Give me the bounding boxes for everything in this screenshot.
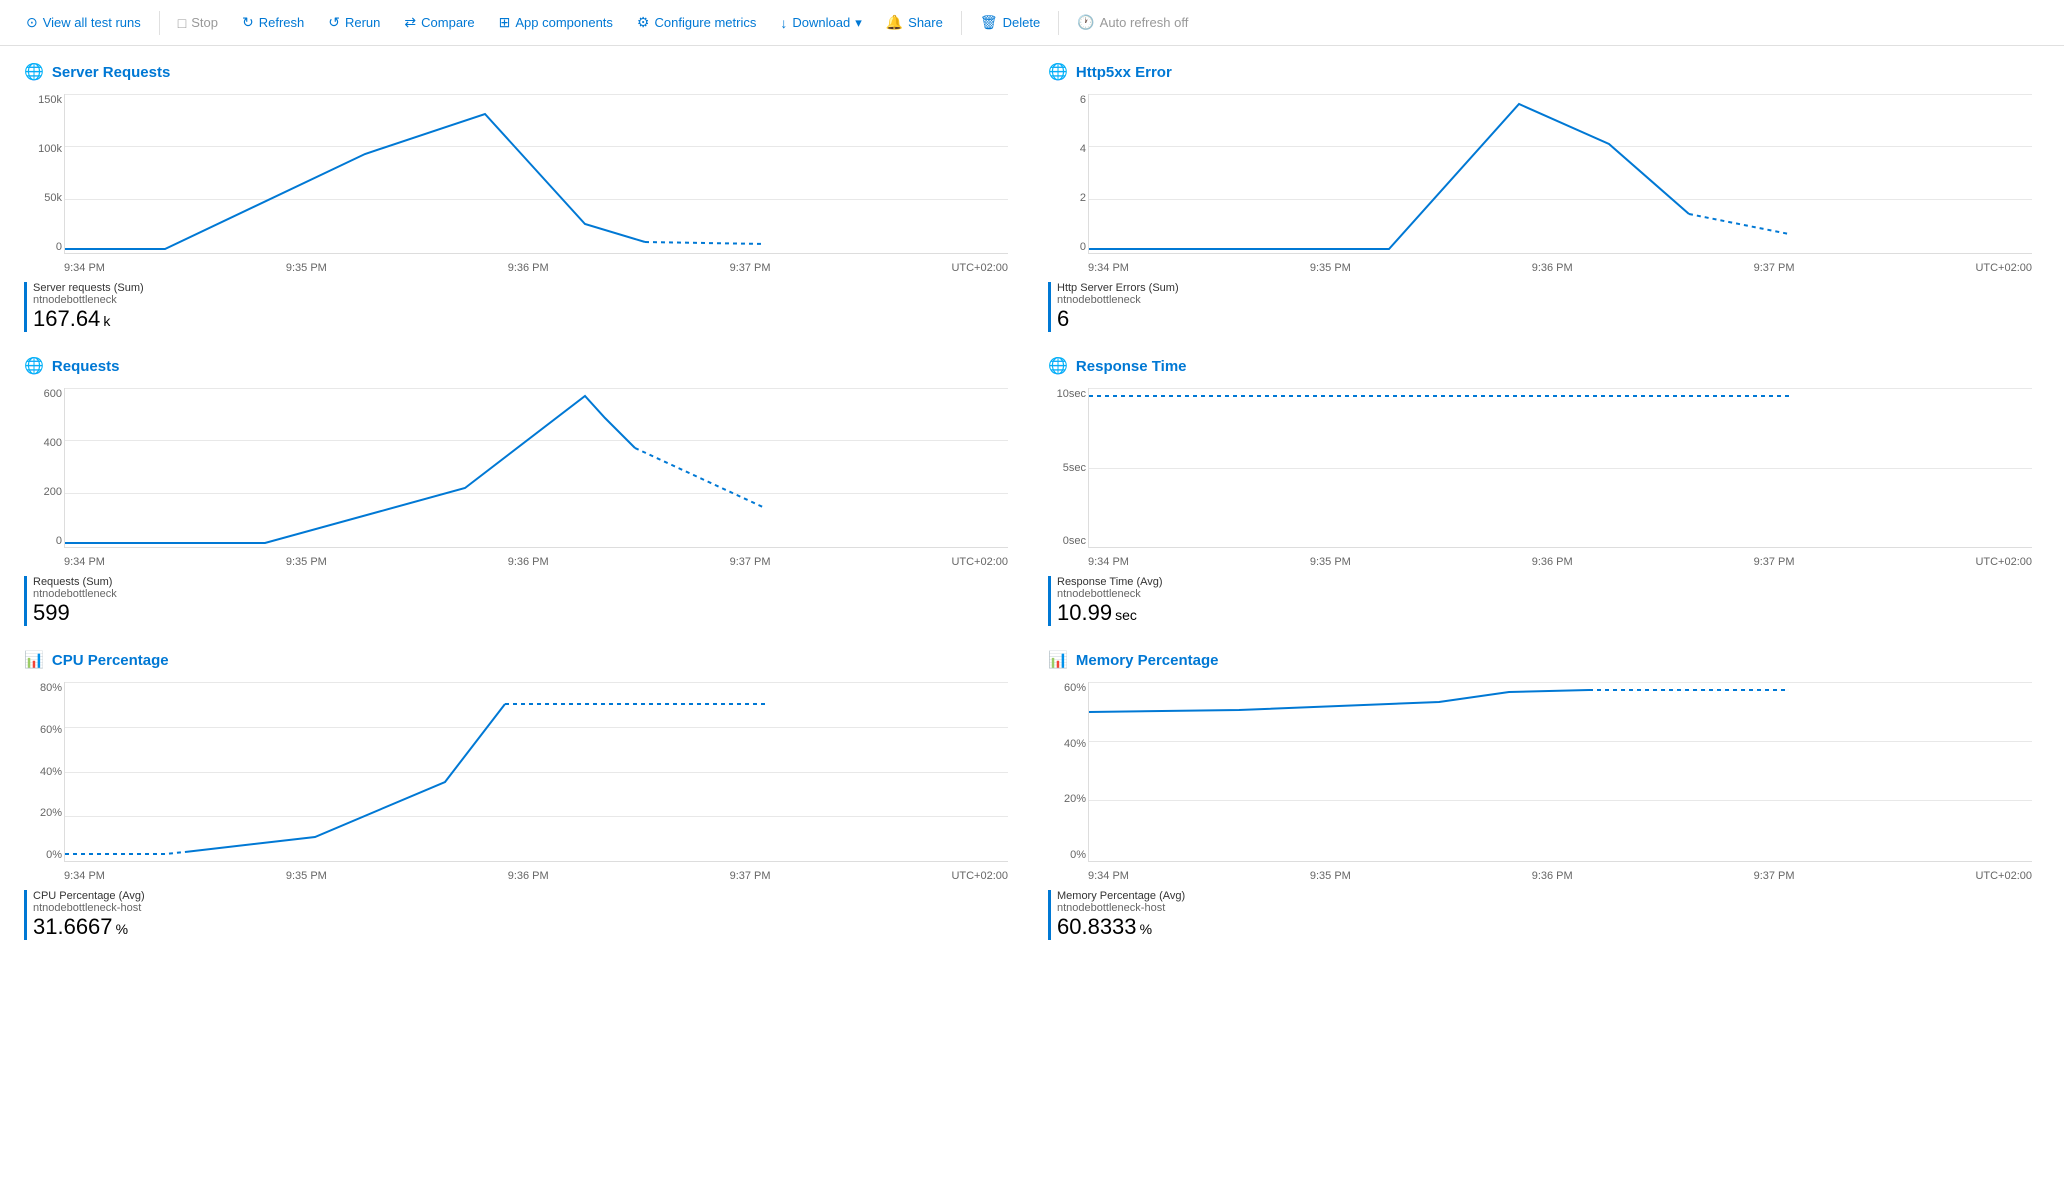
compare-icon: ⇄ [404, 14, 416, 31]
cpu-percentage-icon: 📊 [24, 650, 44, 670]
response-time-chart: 10sec 5sec 0sec [1088, 388, 2032, 548]
requests-meta: Requests (Sum) ntnodebottleneck 599 [24, 576, 1016, 626]
response-time-section: 🌐 Response Time 10sec 5sec 0sec [1048, 356, 2040, 626]
server-requests-x-labels: 9:34 PM 9:35 PM 9:36 PM 9:37 PM UTC+02:0… [64, 262, 1008, 274]
requests-svg [65, 388, 1008, 547]
y-labels: 60% 40% 20% 0% [1051, 682, 1086, 861]
view-all-icon: ⊙ [26, 14, 38, 31]
auto-refresh-icon: 🕐 [1077, 14, 1094, 31]
divider-3 [1058, 11, 1059, 35]
download-chevron: ▾ [855, 15, 862, 31]
server-requests-chart-wrapper: 150k 100k 50k 0 9:34 PM 9:35 PM [64, 94, 1008, 274]
y-labels: 150k 100k 50k 0 [27, 94, 62, 253]
http5xx-meta: Http Server Errors (Sum) ntnodebottlenec… [1048, 282, 2040, 332]
y-labels: 10sec 5sec 0sec [1051, 388, 1086, 547]
requests-chart-wrapper: 600 400 200 0 9:34 PM 9:35 PM 9:36 PM 9:… [64, 388, 1008, 568]
configure-metrics-icon: ⚙ [637, 14, 650, 31]
charts-grid: 🌐 Server Requests 150k 100k 50k 0 [24, 62, 2040, 940]
memory-percentage-chart: 60% 40% 20% 0% [1088, 682, 2032, 862]
http5xx-chart: 6 4 2 0 [1088, 94, 2032, 254]
server-requests-section: 🌐 Server Requests 150k 100k 50k 0 [24, 62, 1016, 332]
requests-section: 🌐 Requests 600 400 200 0 [24, 356, 1016, 626]
compare-btn[interactable]: ⇄ Compare [394, 8, 484, 37]
delete-btn[interactable]: 🗑 Delete [970, 8, 1050, 37]
response-time-chart-wrapper: 10sec 5sec 0sec 9:34 PM 9:35 PM 9:36 PM … [1088, 388, 2032, 568]
memory-percentage-x-labels: 9:34 PM 9:35 PM 9:36 PM 9:37 PM UTC+02:0… [1088, 870, 2032, 882]
http5xx-icon: 🌐 [1048, 62, 1068, 82]
cpu-percentage-chart-wrapper: 80% 60% 40% 20% 0% 9:34 PM 9: [64, 682, 1008, 882]
response-time-title: 🌐 Response Time [1048, 356, 2040, 376]
app-components-icon: ⊞ [499, 14, 511, 31]
server-requests-svg [65, 94, 1008, 253]
divider-1 [159, 11, 160, 35]
server-requests-icon: 🌐 [24, 62, 44, 82]
view-all-btn[interactable]: ⊙ View all test runs [16, 8, 151, 37]
y-labels: 6 4 2 0 [1051, 94, 1086, 253]
server-requests-chart: 150k 100k 50k 0 [64, 94, 1008, 254]
response-time-meta: Response Time (Avg) ntnodebottleneck 10.… [1048, 576, 2040, 626]
share-btn[interactable]: 🔔 Share [876, 8, 953, 37]
memory-percentage-icon: 📊 [1048, 650, 1068, 670]
memory-percentage-title: 📊 Memory Percentage [1048, 650, 2040, 670]
response-time-svg [1089, 388, 2032, 547]
divider-2 [961, 11, 962, 35]
download-btn[interactable]: ↓ Download ▾ [770, 9, 871, 37]
http5xx-x-labels: 9:34 PM 9:35 PM 9:36 PM 9:37 PM UTC+02:0… [1088, 262, 2032, 274]
stop-btn[interactable]: □ Stop [168, 9, 228, 37]
server-requests-meta: Server requests (Sum) ntnodebottleneck 1… [24, 282, 1016, 332]
configure-metrics-btn[interactable]: ⚙ Configure metrics [627, 8, 766, 37]
rerun-icon: ↺ [328, 14, 340, 31]
http5xx-section: 🌐 Http5xx Error 6 4 2 0 [1048, 62, 2040, 332]
response-time-icon: 🌐 [1048, 356, 1068, 376]
toolbar: ⊙ View all test runs □ Stop ↻ Refresh ↺ … [0, 0, 2064, 46]
cpu-percentage-title: 📊 CPU Percentage [24, 650, 1016, 670]
rerun-btn[interactable]: ↺ Rerun [318, 8, 390, 37]
download-icon: ↓ [780, 15, 787, 31]
memory-percentage-section: 📊 Memory Percentage 60% 40% 20% 0% [1048, 650, 2040, 940]
y-labels: 80% 60% 40% 20% 0% [27, 682, 62, 861]
refresh-btn[interactable]: ↻ Refresh [232, 8, 314, 37]
stop-icon: □ [178, 15, 186, 31]
refresh-icon: ↻ [242, 14, 254, 31]
http5xx-svg [1089, 94, 2032, 253]
http5xx-chart-wrapper: 6 4 2 0 9:34 PM 9:35 PM 9:36 PM 9:37 PM [1088, 94, 2032, 274]
app-components-btn[interactable]: ⊞ App components [489, 8, 623, 37]
cpu-percentage-section: 📊 CPU Percentage 80% 60% 40% 20% 0% [24, 650, 1016, 940]
memory-percentage-meta: Memory Percentage (Avg) ntnodebottleneck… [1048, 890, 2040, 940]
delete-icon: 🗑 [980, 14, 998, 31]
server-requests-title: 🌐 Server Requests [24, 62, 1016, 82]
requests-chart: 600 400 200 0 [64, 388, 1008, 548]
memory-percentage-svg [1089, 682, 2032, 861]
auto-refresh-btn[interactable]: 🕐 Auto refresh off [1067, 8, 1198, 37]
y-labels: 600 400 200 0 [27, 388, 62, 547]
main-content: 🌐 Server Requests 150k 100k 50k 0 [0, 46, 2064, 956]
requests-icon: 🌐 [24, 356, 44, 376]
requests-title: 🌐 Requests [24, 356, 1016, 376]
cpu-percentage-svg [65, 682, 1008, 861]
memory-percentage-chart-wrapper: 60% 40% 20% 0% 9:34 PM 9:35 PM 9:36 PM [1088, 682, 2032, 882]
http5xx-title: 🌐 Http5xx Error [1048, 62, 2040, 82]
requests-x-labels: 9:34 PM 9:35 PM 9:36 PM 9:37 PM UTC+02:0… [64, 556, 1008, 568]
cpu-percentage-meta: CPU Percentage (Avg) ntnodebottleneck-ho… [24, 890, 1016, 940]
response-time-x-labels: 9:34 PM 9:35 PM 9:36 PM 9:37 PM UTC+02:0… [1088, 556, 2032, 568]
cpu-percentage-x-labels: 9:34 PM 9:35 PM 9:36 PM 9:37 PM UTC+02:0… [64, 870, 1008, 882]
cpu-percentage-chart: 80% 60% 40% 20% 0% [64, 682, 1008, 862]
share-icon: 🔔 [886, 14, 903, 31]
